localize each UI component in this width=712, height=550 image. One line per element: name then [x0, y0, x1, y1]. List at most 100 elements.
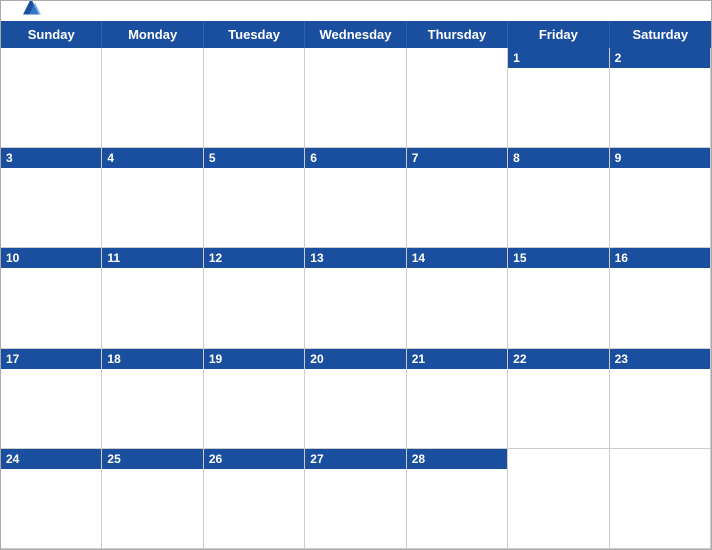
day-cell-4-5: [508, 449, 609, 549]
day-number: 27: [305, 449, 405, 469]
day-cell-2-5: 15: [508, 248, 609, 348]
week-row-3: 10111213141516: [1, 248, 711, 348]
day-cell-1-2: 5: [204, 148, 305, 248]
calendar-grid: 1234567891011121314151617181920212223242…: [1, 48, 711, 549]
day-cell-0-3: [305, 48, 406, 148]
day-body: [102, 469, 202, 548]
logo-icon: [17, 0, 45, 23]
day-cell-3-0: 17: [1, 349, 102, 449]
logo: [17, 0, 51, 28]
day-body: [407, 369, 507, 448]
day-number: 4: [102, 148, 202, 168]
day-body: [508, 369, 608, 448]
day-number: 1: [508, 48, 608, 68]
day-number: 22: [508, 349, 608, 369]
day-body: [204, 268, 304, 347]
day-number: 8: [508, 148, 608, 168]
day-body: [610, 369, 710, 448]
day-cell-3-1: 18: [102, 349, 203, 449]
header-tuesday: Tuesday: [204, 21, 305, 48]
day-body: [204, 369, 304, 448]
day-number: 17: [1, 349, 101, 369]
day-body: [508, 168, 608, 247]
day-cell-4-6: [610, 449, 711, 549]
day-body: [1, 369, 101, 448]
day-body: [102, 168, 202, 247]
day-number: 26: [204, 449, 304, 469]
day-cell-3-4: 21: [407, 349, 508, 449]
day-cell-2-6: 16: [610, 248, 711, 348]
day-body: [305, 469, 405, 548]
day-number: 2: [610, 48, 710, 68]
day-cell-4-2: 26: [204, 449, 305, 549]
day-cell-4-4: 28: [407, 449, 508, 549]
day-body: [305, 168, 405, 247]
day-body: [305, 268, 405, 347]
day-number: 7: [407, 148, 507, 168]
day-body: [407, 268, 507, 347]
day-cell-2-2: 12: [204, 248, 305, 348]
day-cell-2-1: 11: [102, 248, 203, 348]
day-body: [102, 68, 202, 147]
day-number: 6: [305, 148, 405, 168]
day-cell-3-5: 22: [508, 349, 609, 449]
day-cell-1-3: 6: [305, 148, 406, 248]
day-body: [610, 469, 710, 548]
day-cell-4-0: 24: [1, 449, 102, 549]
day-cell-1-5: 8: [508, 148, 609, 248]
day-cell-3-2: 19: [204, 349, 305, 449]
day-cell-1-1: 4: [102, 148, 203, 248]
day-body: [102, 369, 202, 448]
day-cell-1-6: 9: [610, 148, 711, 248]
day-cell-3-3: 20: [305, 349, 406, 449]
day-number: 12: [204, 248, 304, 268]
week-row-2: 3456789: [1, 148, 711, 248]
day-number: 10: [1, 248, 101, 268]
day-body: [610, 68, 710, 147]
day-number: 24: [1, 449, 101, 469]
header-friday: Friday: [508, 21, 609, 48]
day-body: [508, 68, 608, 147]
day-body: [508, 469, 608, 548]
day-number: 13: [305, 248, 405, 268]
day-number: 11: [102, 248, 202, 268]
day-number: 19: [204, 349, 304, 369]
day-cell-0-4: [407, 48, 508, 148]
day-cell-4-3: 27: [305, 449, 406, 549]
day-body: [204, 68, 304, 147]
day-body: [102, 268, 202, 347]
day-number: 20: [305, 349, 405, 369]
day-cell-3-6: 23: [610, 349, 711, 449]
day-number: 3: [1, 148, 101, 168]
day-body: [204, 168, 304, 247]
day-cell-0-5: 1: [508, 48, 609, 148]
day-cell-2-3: 13: [305, 248, 406, 348]
day-number: 25: [102, 449, 202, 469]
day-body: [1, 469, 101, 548]
day-body: [610, 268, 710, 347]
header-thursday: Thursday: [407, 21, 508, 48]
day-cell-0-0: [1, 48, 102, 148]
day-number: 28: [407, 449, 507, 469]
day-body: [204, 469, 304, 548]
day-cell-4-1: 25: [102, 449, 203, 549]
day-body: [305, 369, 405, 448]
week-row-1: 12: [1, 48, 711, 148]
header-wednesday: Wednesday: [305, 21, 406, 48]
day-headers: Sunday Monday Tuesday Wednesday Thursday…: [1, 21, 711, 48]
day-body: [1, 268, 101, 347]
day-number: 23: [610, 349, 710, 369]
day-body: [508, 268, 608, 347]
day-body: [407, 68, 507, 147]
day-body: [1, 68, 101, 147]
day-body: [407, 469, 507, 548]
day-cell-0-1: [102, 48, 203, 148]
day-cell-1-4: 7: [407, 148, 508, 248]
day-body: [305, 68, 405, 147]
day-body: [1, 168, 101, 247]
day-number: 15: [508, 248, 608, 268]
week-row-4: 17181920212223: [1, 349, 711, 449]
day-body: [407, 168, 507, 247]
day-number: 14: [407, 248, 507, 268]
day-cell-2-0: 10: [1, 248, 102, 348]
